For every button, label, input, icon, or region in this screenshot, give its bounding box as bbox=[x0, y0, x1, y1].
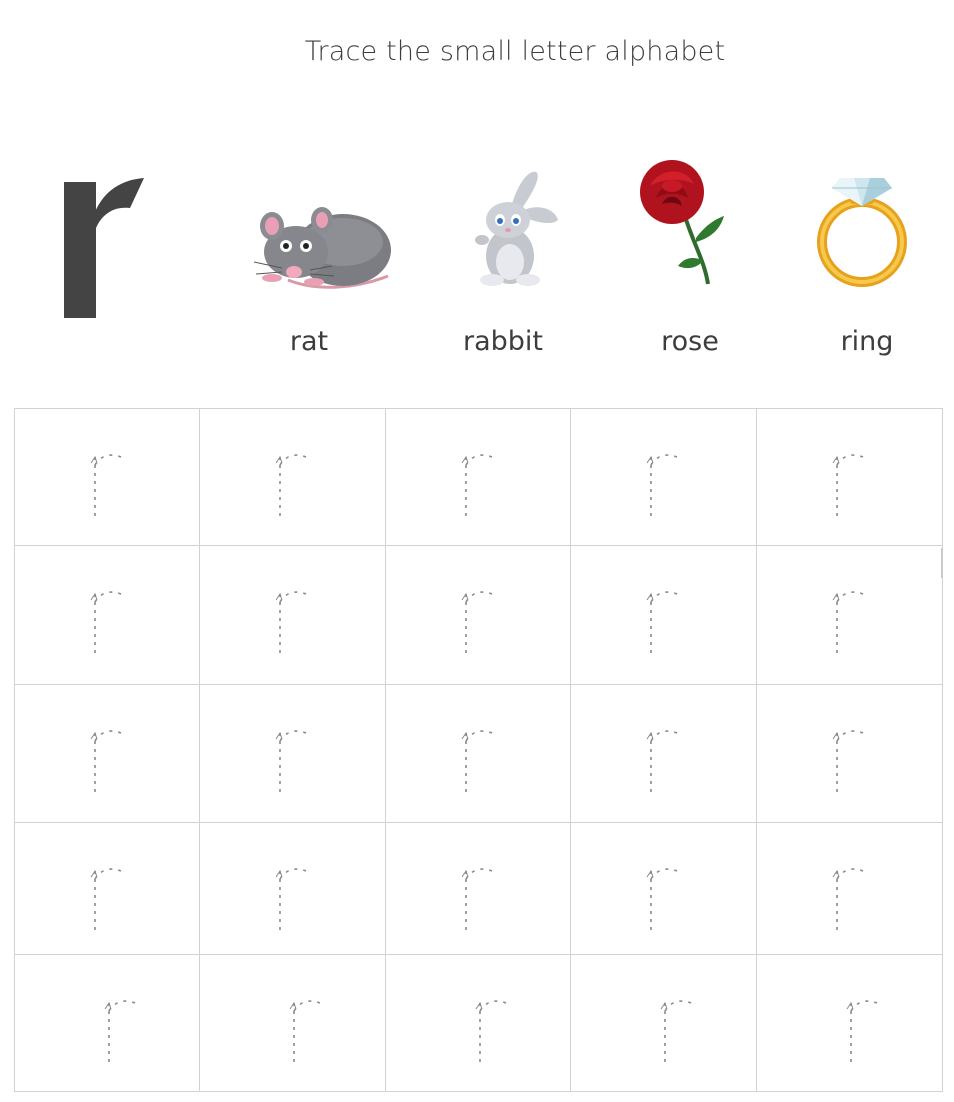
word-label-rat: rat bbox=[289, 326, 329, 357]
trace-cell[interactable] bbox=[756, 685, 942, 823]
trace-cell[interactable] bbox=[15, 685, 201, 823]
trace-cell[interactable] bbox=[756, 546, 942, 685]
trace-cell[interactable] bbox=[756, 823, 942, 955]
trace-cell[interactable] bbox=[571, 823, 757, 955]
trace-cell[interactable] bbox=[571, 955, 757, 1091]
dotted-letter-r-guide bbox=[646, 730, 678, 793]
rose-icon bbox=[632, 158, 728, 288]
trace-cell[interactable] bbox=[385, 546, 572, 685]
dotted-letter-r-guide bbox=[275, 454, 307, 517]
trace-cell[interactable] bbox=[200, 546, 386, 685]
dotted-letter-r-guide bbox=[90, 730, 122, 793]
dotted-letter-r-guide bbox=[90, 591, 122, 654]
dotted-letter-r-guide bbox=[846, 1000, 877, 1063]
dotted-letter-r-guide bbox=[104, 1000, 136, 1063]
dotted-letter-r-guide bbox=[646, 591, 678, 654]
rat-icon bbox=[248, 180, 398, 300]
page-edge-mark bbox=[941, 548, 943, 578]
dotted-letter-r-guide bbox=[275, 591, 307, 654]
dotted-letter-r-guide bbox=[660, 1000, 692, 1063]
dotted-letter-r-guide bbox=[289, 1000, 321, 1063]
word-label-rose: rose bbox=[661, 326, 719, 357]
trace-cell[interactable] bbox=[200, 955, 386, 1091]
trace-cell[interactable] bbox=[385, 409, 572, 546]
trace-cell[interactable] bbox=[756, 409, 942, 546]
trace-cell[interactable] bbox=[385, 685, 572, 823]
trace-cell[interactable] bbox=[386, 955, 572, 1091]
dotted-letter-r-guide bbox=[90, 454, 122, 517]
trace-cell[interactable] bbox=[571, 546, 757, 685]
trace-cell[interactable] bbox=[571, 409, 757, 546]
dotted-letter-r-guide bbox=[832, 868, 863, 931]
dotted-letter-r-guide bbox=[90, 868, 122, 931]
worksheet-title: Trace the small letter alphabet bbox=[304, 36, 726, 67]
dotted-letter-r-guide bbox=[275, 730, 307, 793]
dotted-letter-r-guide bbox=[275, 868, 307, 931]
ring-icon bbox=[810, 162, 914, 292]
dotted-letter-r-guide bbox=[832, 591, 863, 654]
trace-cell[interactable] bbox=[200, 823, 386, 955]
trace-cell[interactable] bbox=[200, 685, 386, 823]
trace-cell[interactable] bbox=[757, 955, 942, 1091]
dotted-letter-r-guide bbox=[832, 454, 863, 517]
trace-cell[interactable] bbox=[15, 823, 201, 955]
dotted-letter-r-guide bbox=[646, 454, 678, 517]
rabbit-icon bbox=[462, 164, 562, 292]
dotted-letter-r-guide bbox=[646, 868, 678, 931]
trace-cell[interactable] bbox=[15, 955, 201, 1091]
model-letter-r bbox=[48, 142, 158, 332]
dotted-letter-r-guide bbox=[475, 1000, 507, 1063]
trace-cell[interactable] bbox=[571, 685, 757, 823]
tracing-grid bbox=[14, 408, 943, 1092]
word-label-ring: ring bbox=[840, 326, 894, 357]
dotted-letter-r-guide bbox=[461, 454, 493, 517]
dotted-letter-r-guide bbox=[832, 730, 863, 793]
dotted-letter-r-guide bbox=[461, 868, 493, 931]
trace-cell[interactable] bbox=[15, 546, 201, 685]
word-label-rabbit: rabbit bbox=[462, 326, 543, 357]
trace-cell[interactable] bbox=[385, 823, 572, 955]
dotted-letter-r-guide bbox=[461, 591, 493, 654]
trace-cell[interactable] bbox=[200, 409, 386, 546]
trace-cell[interactable] bbox=[15, 409, 201, 546]
dotted-letter-r-guide bbox=[461, 730, 493, 793]
